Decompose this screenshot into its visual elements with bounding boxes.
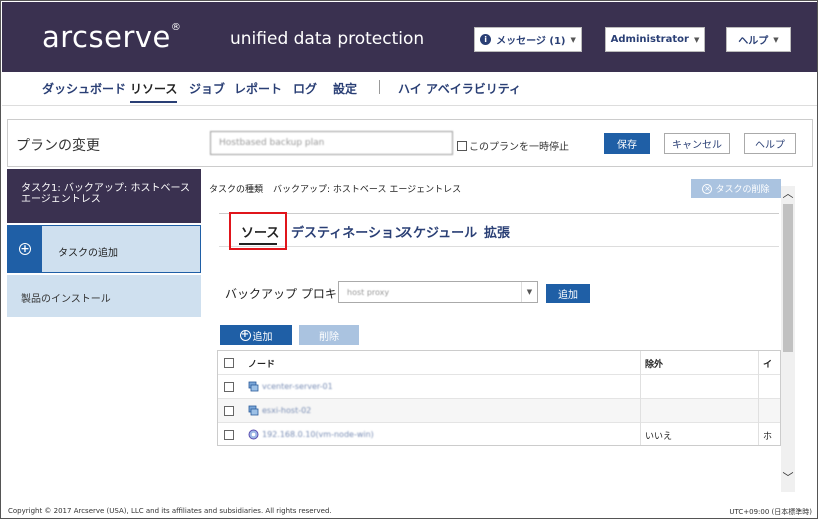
close-icon: × xyxy=(702,183,713,194)
nav-high-availability[interactable]: ハイ アベイラビリティ xyxy=(398,80,521,101)
delete-task-button[interactable]: × タスクの削除 xyxy=(691,179,781,198)
select-all-checkbox[interactable] xyxy=(224,358,234,368)
chevron-up-icon[interactable]: ︿ xyxy=(781,186,795,200)
tab-schedule[interactable]: スケジュール xyxy=(400,222,477,241)
tab-advanced[interactable]: 拡張 xyxy=(484,222,510,241)
sidebar-item-add-task[interactable]: + タスクの追加 xyxy=(7,225,201,273)
nav-reports[interactable]: レポート xyxy=(234,80,282,101)
caret-down-icon: ▼ xyxy=(693,35,700,44)
column-header-exclude[interactable]: 除外 xyxy=(645,351,663,375)
page-title: プランの変更 xyxy=(16,138,100,154)
chevron-down-icon[interactable]: ﹀ xyxy=(781,470,795,484)
caret-down-icon: ▼ xyxy=(773,35,779,44)
highlight-box xyxy=(229,212,287,250)
vertical-scrollbar[interactable]: ︿ ﹀ xyxy=(781,186,795,492)
help-menu-button[interactable]: ヘルプ ▼ xyxy=(726,27,791,52)
nav-logs[interactable]: ログ xyxy=(293,80,317,101)
footer: Copyright © 2017 Arcserve (USA), LLC and… xyxy=(2,504,817,518)
task-content: タスクの種類 バックアップ: ホストベース エージェントレス × タスクの削除 ソ… xyxy=(201,169,797,499)
chevron-down-icon[interactable]: ▼ xyxy=(521,282,537,302)
caret-down-icon: ▼ xyxy=(570,35,576,44)
arcserve-logo: arcserve® xyxy=(42,20,182,54)
nav-jobs[interactable]: ジョブ xyxy=(189,80,225,101)
table-row[interactable]: esxi-host-02 xyxy=(218,399,780,423)
user-menu-button[interactable]: Administrator ▼ xyxy=(605,27,705,52)
checkbox[interactable] xyxy=(457,140,467,151)
messages-button[interactable]: i メッセージ (1) ▼ xyxy=(474,27,582,52)
app-frame: arcserve® unified data protection i メッセー… xyxy=(0,0,818,519)
proxy-label: バックアップ プロキシ xyxy=(225,287,349,301)
row-checkbox[interactable] xyxy=(224,406,234,416)
table-row[interactable]: 192.168.0.10(vm-node-win) いいえ ホ xyxy=(218,423,780,445)
header: arcserve® unified data protection i メッセー… xyxy=(2,2,817,72)
tab-destination[interactable]: デスティネーション xyxy=(291,222,407,241)
task-type: タスクの種類 バックアップ: ホストベース エージェントレス xyxy=(209,185,462,195)
server-icon xyxy=(248,405,259,416)
table-header: ノード 除外 イ xyxy=(218,351,780,375)
column-header-node[interactable]: ノード xyxy=(248,351,275,375)
nav-resources[interactable]: リソース xyxy=(130,80,178,103)
save-button[interactable]: 保存 xyxy=(604,133,650,154)
copyright-text: Copyright © 2017 Arcserve (USA), LLC and… xyxy=(8,507,332,515)
plan-bar: プランの変更 Hostbased backup plan このプランを一時停止 … xyxy=(7,119,813,167)
nav-settings[interactable]: 設定 xyxy=(333,80,357,101)
sidebar-item-install[interactable]: 製品のインストール xyxy=(7,275,201,317)
plan-name-input[interactable]: Hostbased backup plan xyxy=(210,131,453,155)
row-checkbox[interactable] xyxy=(224,430,234,440)
task-sidebar: タスク1: バックアップ: ホストベース エージェントレス + タスクの追加 製… xyxy=(7,169,201,499)
remove-node-button[interactable]: 削除 xyxy=(299,325,359,345)
proxy-select[interactable]: host proxy ▼ xyxy=(338,281,538,303)
column-header-extra[interactable]: イ xyxy=(763,351,772,375)
timezone-text: UTC+09:00 (日本標準時) xyxy=(729,508,812,516)
nav-dashboard[interactable]: ダッシュボード xyxy=(42,80,126,101)
vm-icon xyxy=(248,429,259,440)
main-nav: ダッシュボード リソース ジョブ レポート ログ 設定 ハイ アベイラビリティ xyxy=(2,72,817,106)
row-checkbox[interactable] xyxy=(224,382,234,392)
proxy-add-button[interactable]: 追加 xyxy=(546,284,590,303)
node-table: ノード 除外 イ vcenter-server-01 esxi-host-02 xyxy=(217,350,781,446)
add-node-button[interactable]: + 追加 xyxy=(220,325,292,345)
server-icon xyxy=(248,381,259,392)
info-icon: i xyxy=(480,34,492,45)
help-button[interactable]: ヘルプ xyxy=(744,133,796,154)
table-row[interactable]: vcenter-server-01 xyxy=(218,375,780,399)
nav-divider xyxy=(379,80,380,94)
cancel-button[interactable]: キャンセル xyxy=(664,133,730,154)
sidebar-item-task1[interactable]: タスク1: バックアップ: ホストベース エージェントレス xyxy=(7,169,201,223)
plus-icon: + xyxy=(239,328,251,341)
product-name: unified data protection xyxy=(230,29,425,49)
scrollbar-thumb[interactable] xyxy=(783,204,793,352)
plus-icon: + xyxy=(19,242,31,255)
pause-plan-checkbox[interactable]: このプランを一時停止 xyxy=(457,138,569,153)
